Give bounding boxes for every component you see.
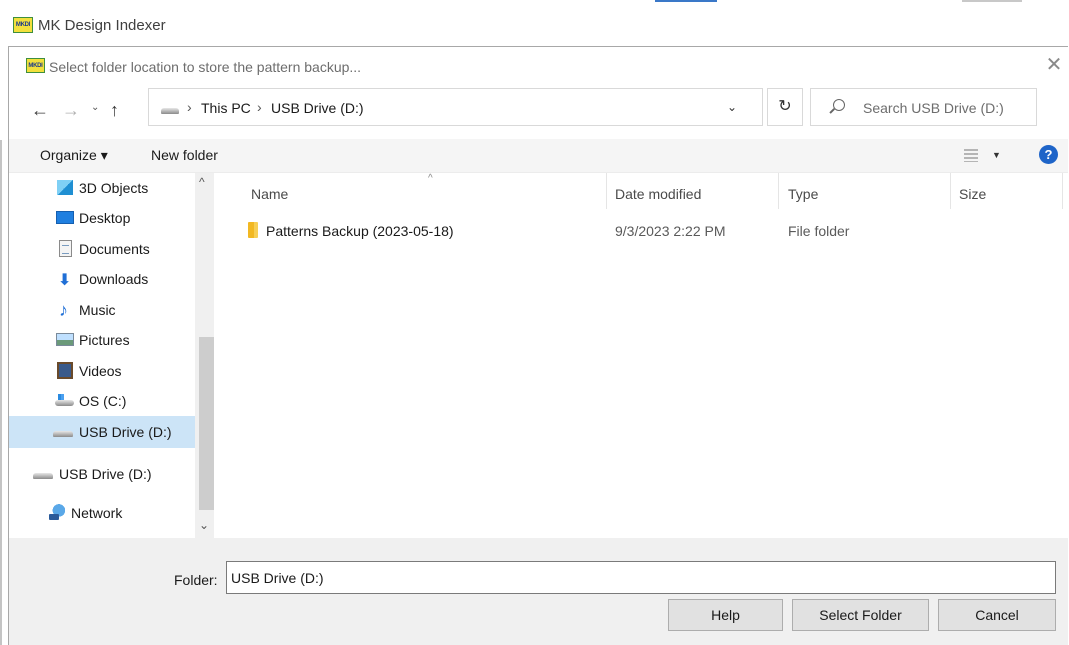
- search-icon: [833, 99, 845, 111]
- navigation-pane: 3D Objects Desktop Documents ⬇ Downloads…: [9, 173, 214, 538]
- nav-item-label: Videos: [79, 363, 122, 379]
- app-titlebar: MKDI MK Design Indexer: [0, 0, 1069, 46]
- file-name: Patterns Backup (2023-05-18): [266, 223, 454, 239]
- folder-name-input[interactable]: [226, 561, 1056, 594]
- scroll-up-icon[interactable]: ^: [199, 175, 205, 189]
- nav-item-label: Network: [71, 505, 123, 521]
- nav-item-label: OS (C:): [79, 393, 127, 409]
- nav-item-os-drive[interactable]: OS (C:): [9, 386, 195, 416]
- nav-item-pictures[interactable]: Pictures: [9, 325, 195, 355]
- nav-item-label: Pictures: [79, 332, 130, 348]
- nav-item-label: USB Drive (D:): [59, 466, 152, 482]
- column-header-size[interactable]: Size: [959, 186, 986, 202]
- table-row[interactable]: Patterns Backup (2023-05-18) 9/3/2023 2:…: [238, 218, 1058, 244]
- downloads-icon: ⬇: [58, 272, 72, 289]
- select-folder-dialog: MKDI Select folder location to store the…: [8, 46, 1069, 645]
- network-icon: [49, 504, 67, 520]
- nav-item-3d-objects[interactable]: 3D Objects: [9, 173, 195, 203]
- nav-item-music[interactable]: ♪ Music: [9, 295, 195, 325]
- file-list: ^ Name Date modified Type Size Patterns …: [214, 173, 1069, 538]
- search-input[interactable]: Search USB Drive (D:): [810, 88, 1037, 126]
- back-arrow-icon[interactable]: ←: [31, 100, 49, 122]
- up-arrow-icon[interactable]: ↑: [110, 100, 119, 122]
- command-toolbar: Organize ▾ New folder ▼ ?: [9, 139, 1068, 173]
- music-icon: ♪: [59, 300, 68, 320]
- nav-item-label: USB Drive (D:): [79, 424, 172, 440]
- nav-item-desktop[interactable]: Desktop: [9, 203, 195, 233]
- address-bar[interactable]: › This PC › USB Drive (D:) ⌄: [148, 88, 763, 126]
- address-dropdown-icon[interactable]: ⌄: [727, 100, 737, 114]
- new-folder-button[interactable]: New folder: [151, 147, 218, 163]
- documents-icon: [59, 240, 72, 257]
- nav-item-usb-drive-selected[interactable]: USB Drive (D:): [9, 416, 195, 448]
- pictures-icon: [56, 333, 74, 346]
- column-header-type[interactable]: Type: [788, 186, 818, 202]
- usb-drive-icon: [33, 473, 53, 479]
- navpane-scrollbar-thumb[interactable]: [199, 337, 214, 510]
- column-header-date-modified[interactable]: Date modified: [615, 186, 701, 202]
- os-drive-icon: [55, 394, 74, 406]
- app-tab-indicator: [655, 0, 717, 2]
- drive-icon: [161, 108, 179, 114]
- sort-ascending-icon: ^: [428, 173, 433, 184]
- select-folder-button[interactable]: Select Folder: [792, 599, 929, 631]
- folder-label: Folder:: [174, 572, 218, 588]
- nav-item-label: Documents: [79, 241, 150, 257]
- help-icon[interactable]: ?: [1039, 145, 1058, 164]
- file-type: File folder: [788, 223, 850, 239]
- close-icon[interactable]: ✕: [1042, 54, 1066, 78]
- nav-item-label: 3D Objects: [79, 180, 149, 196]
- 3d-objects-icon: [57, 180, 73, 195]
- dialog-logo: MKDI: [26, 58, 45, 73]
- column-divider[interactable]: [950, 173, 951, 209]
- recent-locations-chevron-icon[interactable]: ⌄: [91, 102, 99, 124]
- app-tab-indicator-inactive: [962, 0, 1022, 2]
- usb-drive-icon: [53, 431, 73, 437]
- desktop-icon: [56, 211, 74, 224]
- folder-icon: [248, 222, 258, 238]
- column-divider[interactable]: [606, 173, 607, 209]
- organize-button[interactable]: Organize ▾: [40, 147, 108, 164]
- scroll-down-icon[interactable]: ⌄: [199, 518, 209, 532]
- nav-item-network[interactable]: Network: [9, 498, 195, 528]
- column-divider[interactable]: [1062, 173, 1063, 209]
- app-logo: MKDI: [13, 17, 33, 33]
- videos-icon: [57, 362, 73, 379]
- breadcrumb-separator[interactable]: ›: [257, 99, 262, 115]
- app-window-edge: [0, 140, 2, 645]
- breadcrumb-this-pc[interactable]: This PC: [201, 100, 251, 116]
- refresh-icon[interactable]: ↻: [767, 88, 803, 126]
- file-date-modified: 9/3/2023 2:22 PM: [615, 223, 726, 239]
- help-button[interactable]: Help: [668, 599, 783, 631]
- view-dropdown-icon[interactable]: ▼: [992, 150, 1001, 160]
- nav-item-documents[interactable]: Documents: [9, 234, 195, 264]
- dialog-titlebar: MKDI Select folder location to store the…: [9, 47, 1068, 87]
- column-header-name[interactable]: Name: [251, 186, 288, 202]
- forward-arrow-icon[interactable]: →: [62, 100, 80, 122]
- breadcrumb-separator: ›: [187, 99, 192, 115]
- column-divider[interactable]: [778, 173, 779, 209]
- search-placeholder: Search USB Drive (D:): [863, 100, 1004, 116]
- navigation-bar: ← → ⌄ ↑ › This PC › USB Drive (D:) ⌄ ↻ S…: [9, 87, 1068, 133]
- nav-item-videos[interactable]: Videos: [9, 356, 195, 386]
- view-options-icon[interactable]: [964, 149, 978, 162]
- nav-item-downloads[interactable]: ⬇ Downloads: [9, 264, 195, 294]
- nav-item-usb-drive[interactable]: USB Drive (D:): [9, 458, 195, 490]
- nav-item-label: Desktop: [79, 210, 131, 226]
- cancel-button[interactable]: Cancel: [938, 599, 1056, 631]
- nav-item-label: Music: [79, 302, 116, 318]
- breadcrumb-usb-drive[interactable]: USB Drive (D:): [271, 100, 364, 116]
- nav-item-label: Downloads: [79, 271, 149, 287]
- dialog-title: Select folder location to store the patt…: [49, 59, 362, 75]
- dialog-footer: Folder: Help Select Folder Cancel: [9, 538, 1068, 645]
- app-title: MK Design Indexer: [38, 17, 166, 34]
